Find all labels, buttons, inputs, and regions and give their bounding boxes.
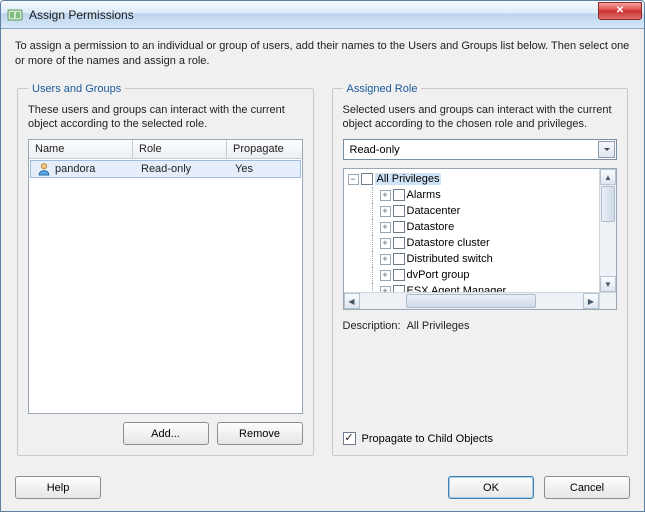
ok-button[interactable]: OK	[448, 476, 534, 499]
tree-node[interactable]: + Datastore cluster	[344, 235, 617, 251]
propagate-checkbox[interactable]: ✓	[343, 432, 356, 445]
scroll-down-icon[interactable]: ▼	[600, 276, 616, 292]
tree-checkbox[interactable]	[393, 205, 405, 217]
scroll-track-h-left	[360, 293, 406, 309]
check-icon: ✓	[344, 433, 353, 444]
tree-line	[368, 267, 378, 283]
tree-node-label: Distributed switch	[407, 253, 493, 265]
tree-node[interactable]: + dvPort group	[344, 267, 617, 283]
tree-line	[368, 203, 378, 219]
tree-vertical-scrollbar[interactable]: ▲ ▼	[599, 169, 616, 292]
expand-icon[interactable]: +	[380, 222, 391, 233]
cell-role: Read-only	[135, 162, 229, 176]
titlebar[interactable]: Assign Permissions ✕	[1, 1, 644, 29]
expand-icon[interactable]: +	[380, 238, 391, 249]
assigned-role-legend: Assigned Role	[343, 83, 422, 95]
tree-node[interactable]: + Datacenter	[344, 203, 617, 219]
table-row[interactable]: pandora Read-only Yes	[30, 160, 301, 178]
tree-checkbox[interactable]	[393, 269, 405, 281]
scroll-track-h-right	[537, 293, 583, 309]
remove-button[interactable]: Remove	[217, 422, 303, 445]
tree-root[interactable]: − All Privileges	[344, 171, 617, 187]
scroll-track-vertical	[600, 223, 616, 276]
cell-name: pandora	[31, 161, 135, 177]
scroll-thumb-horizontal[interactable]	[406, 294, 536, 308]
tree-horizontal-scrollbar[interactable]: ◀ ▶	[344, 292, 600, 309]
role-dropdown-value: Read-only	[350, 144, 400, 156]
window-title: Assign Permissions	[29, 8, 598, 22]
propagate-label: Propagate to Child Objects	[362, 433, 493, 445]
dialog-window: Assign Permissions ✕ To assign a permiss…	[0, 0, 645, 512]
tree-line	[368, 235, 378, 251]
close-icon: ✕	[616, 5, 624, 16]
chevron-down-icon	[598, 141, 615, 158]
expand-icon[interactable]: +	[380, 254, 391, 265]
tree-node[interactable]: + Datastore	[344, 219, 617, 235]
scroll-left-icon[interactable]: ◀	[344, 293, 360, 309]
tree-checkbox[interactable]	[393, 253, 405, 265]
description-row: Description: All Privileges	[343, 320, 618, 332]
propagate-row: ✓ Propagate to Child Objects	[343, 414, 618, 445]
tree-checkbox[interactable]	[393, 221, 405, 233]
expand-icon[interactable]: +	[380, 206, 391, 217]
add-button[interactable]: Add...	[123, 422, 209, 445]
tree-line	[368, 219, 378, 235]
users-groups-panel: Users and Groups These users and groups …	[17, 83, 314, 456]
tree-node[interactable]: + Alarms	[344, 187, 617, 203]
tree-body: − All Privileges + Alarms + Datacenter + Data…	[344, 169, 617, 309]
description-value: All Privileges	[407, 320, 470, 332]
role-dropdown[interactable]: Read-only	[343, 139, 618, 160]
tree-node-label: Datastore cluster	[407, 237, 490, 249]
table-header: Name Role Propagate	[29, 140, 302, 159]
tree-node[interactable]: + Distributed switch	[344, 251, 617, 267]
scroll-up-icon[interactable]: ▲	[600, 169, 616, 185]
cell-name-text: pandora	[55, 163, 95, 175]
assigned-role-panel: Assigned Role Selected users and groups …	[332, 83, 629, 456]
user-icon	[37, 162, 51, 176]
intro-text: To assign a permission to an individual …	[15, 39, 630, 69]
users-groups-buttons: Add... Remove	[28, 422, 303, 445]
users-groups-legend: Users and Groups	[28, 83, 125, 95]
tree-node-label: Alarms	[407, 189, 441, 201]
expand-icon[interactable]: +	[380, 270, 391, 281]
expand-icon[interactable]: +	[380, 190, 391, 201]
col-header-propagate[interactable]: Propagate	[227, 140, 302, 158]
tree-line	[368, 187, 378, 203]
tree-node-label: dvPort group	[407, 269, 470, 281]
scroll-thumb-vertical[interactable]	[601, 186, 615, 222]
cancel-button[interactable]: Cancel	[544, 476, 630, 499]
tree-line	[368, 251, 378, 267]
tree-root-label: All Privileges	[375, 173, 442, 185]
table-body: pandora Read-only Yes	[29, 159, 302, 413]
assigned-role-desc: Selected users and groups can interact w…	[343, 103, 618, 132]
tree-node-label: Datastore	[407, 221, 455, 233]
cell-propagate: Yes	[229, 162, 300, 176]
client-area: To assign a permission to an individual …	[1, 29, 644, 466]
columns: Users and Groups These users and groups …	[15, 83, 630, 456]
dialog-footer: Help OK Cancel	[1, 466, 644, 511]
scroll-right-icon[interactable]: ▶	[583, 293, 599, 309]
tree-checkbox[interactable]	[393, 189, 405, 201]
collapse-icon[interactable]: −	[348, 174, 359, 185]
app-icon	[7, 7, 23, 23]
tree-checkbox[interactable]	[393, 237, 405, 249]
users-groups-desc: These users and groups can interact with…	[28, 103, 303, 132]
close-button[interactable]: ✕	[598, 2, 642, 20]
users-table: Name Role Propagate	[28, 139, 303, 414]
tree-node-label: Datacenter	[407, 205, 461, 217]
scroll-corner	[599, 292, 616, 309]
col-header-role[interactable]: Role	[133, 140, 227, 158]
description-label: Description:	[343, 320, 401, 332]
help-button[interactable]: Help	[15, 476, 101, 499]
privileges-tree: − All Privileges + Alarms + Datacenter + Data…	[343, 168, 618, 310]
col-header-name[interactable]: Name	[29, 140, 133, 158]
tree-checkbox[interactable]	[361, 173, 373, 185]
